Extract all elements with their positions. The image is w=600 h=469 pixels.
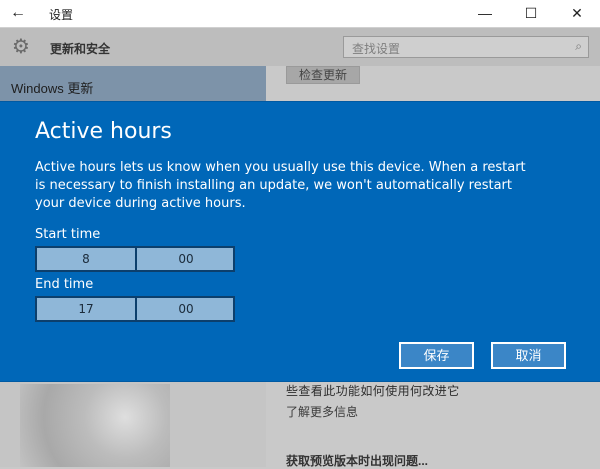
- end-time-label: End time: [35, 277, 94, 292]
- gear-icon: ⚙: [12, 36, 30, 58]
- background-image: [20, 384, 170, 467]
- preview-issue-link[interactable]: 获取预览版本时出现问题...: [286, 452, 428, 469]
- close-button[interactable]: ✕: [554, 0, 600, 27]
- maximize-button[interactable]: ☐: [508, 0, 554, 27]
- cancel-button[interactable]: 取消: [491, 342, 566, 369]
- start-hour[interactable]: 8: [37, 248, 135, 270]
- active-hours-dialog: Active hours Active hours lets us know w…: [0, 102, 600, 381]
- learn-more-link[interactable]: 了解更多信息: [286, 403, 358, 420]
- save-button[interactable]: 保存: [399, 342, 474, 369]
- end-minute[interactable]: 00: [135, 298, 235, 320]
- start-minute[interactable]: 00: [135, 248, 235, 270]
- search-icon[interactable]: ⌕: [575, 39, 582, 54]
- arrow-left-icon[interactable]: ←: [10, 4, 26, 22]
- page-title: 更新和安全: [50, 42, 111, 56]
- title-bar: ← 设置 — ☐ ✕: [0, 0, 600, 28]
- dialog-description: Active hours lets us know when you usual…: [35, 160, 526, 211]
- minimize-button[interactable]: —: [462, 0, 508, 27]
- check-updates-button[interactable]: 检查更新: [286, 66, 360, 84]
- sidebar-item-windows-update[interactable]: Windows 更新: [0, 66, 266, 102]
- search-placeholder: 查找设置: [352, 42, 401, 56]
- end-hour[interactable]: 17: [37, 298, 135, 320]
- dialog-title: Active hours: [35, 119, 172, 144]
- start-time-label: Start time: [35, 227, 101, 242]
- search-input[interactable]: 查找设置 ⌕: [343, 36, 589, 58]
- start-time-picker[interactable]: 8 00: [35, 246, 235, 272]
- window-title: 设置: [49, 8, 74, 22]
- partial-text: 些查看此功能如何使用何改进它: [286, 384, 460, 398]
- end-time-picker[interactable]: 17 00: [35, 296, 235, 322]
- sidebar-item-label: Windows 更新: [11, 81, 94, 96]
